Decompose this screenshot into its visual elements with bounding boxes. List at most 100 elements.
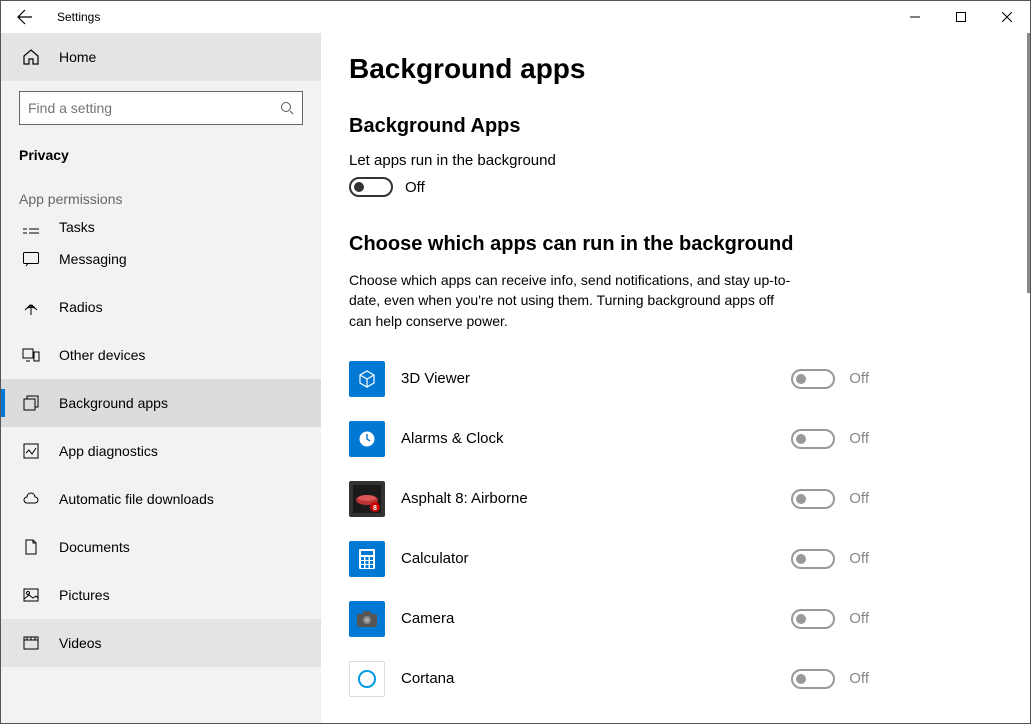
- sidebar-item-radios[interactable]: Radios: [1, 283, 321, 331]
- sidebar-item-videos[interactable]: Videos: [1, 619, 321, 667]
- sidebar-item-pictures[interactable]: Pictures: [1, 571, 321, 619]
- master-toggle-row: Off: [349, 177, 1030, 197]
- app-list: 3D Viewer Off Alarms & Clock Off 8: [349, 349, 869, 709]
- app-toggle-asphalt8[interactable]: [791, 489, 835, 509]
- app-toggle-wrap: Off: [769, 669, 869, 689]
- app-toggle-wrap: Off: [769, 429, 869, 449]
- app-row-alarms-clock: Alarms & Clock Off: [349, 409, 869, 469]
- search-box[interactable]: [19, 91, 303, 125]
- close-button[interactable]: [984, 1, 1030, 33]
- nav-label: Videos: [59, 635, 102, 651]
- section-label: App permissions: [1, 175, 321, 217]
- app-toggle-wrap: Off: [769, 549, 869, 569]
- app-toggle-state: Off: [849, 670, 869, 687]
- nav-label: Other devices: [59, 347, 145, 363]
- toggle-knob: [354, 182, 364, 192]
- search-wrap: [1, 81, 321, 135]
- nav-label: Radios: [59, 299, 103, 315]
- nav-label: Documents: [59, 539, 130, 555]
- svg-text:8: 8: [373, 505, 377, 512]
- page-title: Background apps: [349, 53, 1030, 85]
- nav-label: Pictures: [59, 587, 110, 603]
- master-toggle-state: Off: [405, 179, 425, 196]
- alarms-clock-icon: [349, 421, 385, 457]
- section-choose-apps-header: Choose which apps can run in the backgro…: [349, 233, 1030, 256]
- home-label: Home: [59, 49, 96, 65]
- scrollbar-thumb[interactable]: [1027, 33, 1030, 293]
- sidebar-item-other-devices[interactable]: Other devices: [1, 331, 321, 379]
- sidebar-item-messaging[interactable]: Messaging: [1, 235, 321, 283]
- app-name: Alarms & Clock: [401, 430, 769, 447]
- home-icon: [21, 47, 41, 67]
- titlebar: Settings: [1, 1, 1030, 33]
- app-toggle-wrap: Off: [769, 489, 869, 509]
- main-panel: Background apps Background Apps Let apps…: [321, 33, 1030, 723]
- scrollbar[interactable]: [1026, 33, 1030, 313]
- app-row-camera: Camera Off: [349, 589, 869, 649]
- app-toggle-cortana[interactable]: [791, 669, 835, 689]
- search-input[interactable]: [28, 100, 280, 116]
- minimize-icon: [910, 12, 920, 22]
- minimize-button[interactable]: [892, 1, 938, 33]
- app-toggle-alarms-clock[interactable]: [791, 429, 835, 449]
- maximize-icon: [956, 12, 966, 22]
- section-background-apps-header: Background Apps: [349, 115, 1030, 138]
- app-name: Asphalt 8: Airborne: [401, 490, 769, 507]
- app-toggle-camera[interactable]: [791, 609, 835, 629]
- home-nav[interactable]: Home: [1, 33, 321, 81]
- radios-icon: [21, 297, 41, 317]
- sidebar: Home Privacy App permissions Tasks: [1, 33, 321, 723]
- nav-label: App diagnostics: [59, 443, 158, 459]
- sidebar-item-app-diagnostics[interactable]: App diagnostics: [1, 427, 321, 475]
- master-toggle[interactable]: [349, 177, 393, 197]
- app-toggle-3d-viewer[interactable]: [791, 369, 835, 389]
- app-name: 3D Viewer: [401, 370, 769, 387]
- asphalt8-icon: 8: [349, 481, 385, 517]
- app-toggle-state: Off: [849, 550, 869, 567]
- tasks-icon: [21, 221, 41, 235]
- app-row-asphalt8: 8 Asphalt 8: Airborne Off: [349, 469, 869, 529]
- app-row-3d-viewer: 3D Viewer Off: [349, 349, 869, 409]
- nav-label: Automatic file downloads: [59, 491, 214, 507]
- category-label: Privacy: [1, 135, 321, 175]
- pictures-icon: [21, 585, 41, 605]
- camera-icon: [349, 601, 385, 637]
- search-icon: [280, 101, 294, 115]
- master-toggle-desc: Let apps run in the background: [349, 152, 1030, 169]
- app-toggle-state: Off: [849, 430, 869, 447]
- app-toggle-wrap: Off: [769, 369, 869, 389]
- app-name: Camera: [401, 610, 769, 627]
- sidebar-item-tasks[interactable]: Tasks: [1, 217, 321, 235]
- app-name: Cortana: [401, 670, 769, 687]
- background-apps-icon: [21, 393, 41, 413]
- videos-icon: [21, 633, 41, 653]
- nav-list[interactable]: Tasks Messaging Radios Other devices: [1, 217, 321, 723]
- app-toggle-state: Off: [849, 610, 869, 627]
- calculator-icon: [349, 541, 385, 577]
- app-toggle-wrap: Off: [769, 609, 869, 629]
- sidebar-item-automatic-file-downloads[interactable]: Automatic file downloads: [1, 475, 321, 523]
- cortana-icon: [349, 661, 385, 697]
- 3d-viewer-icon: [349, 361, 385, 397]
- nav-label: Background apps: [59, 395, 168, 411]
- window-title: Settings: [57, 10, 100, 24]
- app-row-calculator: Calculator Off: [349, 529, 869, 589]
- app-diagnostics-icon: [21, 441, 41, 461]
- app-toggle-calculator[interactable]: [791, 549, 835, 569]
- sidebar-item-background-apps[interactable]: Background apps: [1, 379, 321, 427]
- app-toggle-state: Off: [849, 490, 869, 507]
- back-button[interactable]: [1, 1, 49, 33]
- app-toggle-state: Off: [849, 370, 869, 387]
- sidebar-item-documents[interactable]: Documents: [1, 523, 321, 571]
- app-row-cortana: Cortana Off: [349, 649, 869, 709]
- app-name: Calculator: [401, 550, 769, 567]
- section-choose-apps-desc: Choose which apps can receive info, send…: [349, 270, 799, 331]
- window-controls: [892, 1, 1030, 33]
- cloud-icon: [21, 489, 41, 509]
- messaging-icon: [21, 249, 41, 269]
- nav-label: Messaging: [59, 251, 127, 267]
- arrow-left-icon: [17, 9, 33, 25]
- other-devices-icon: [21, 345, 41, 365]
- close-icon: [1002, 12, 1012, 22]
- maximize-button[interactable]: [938, 1, 984, 33]
